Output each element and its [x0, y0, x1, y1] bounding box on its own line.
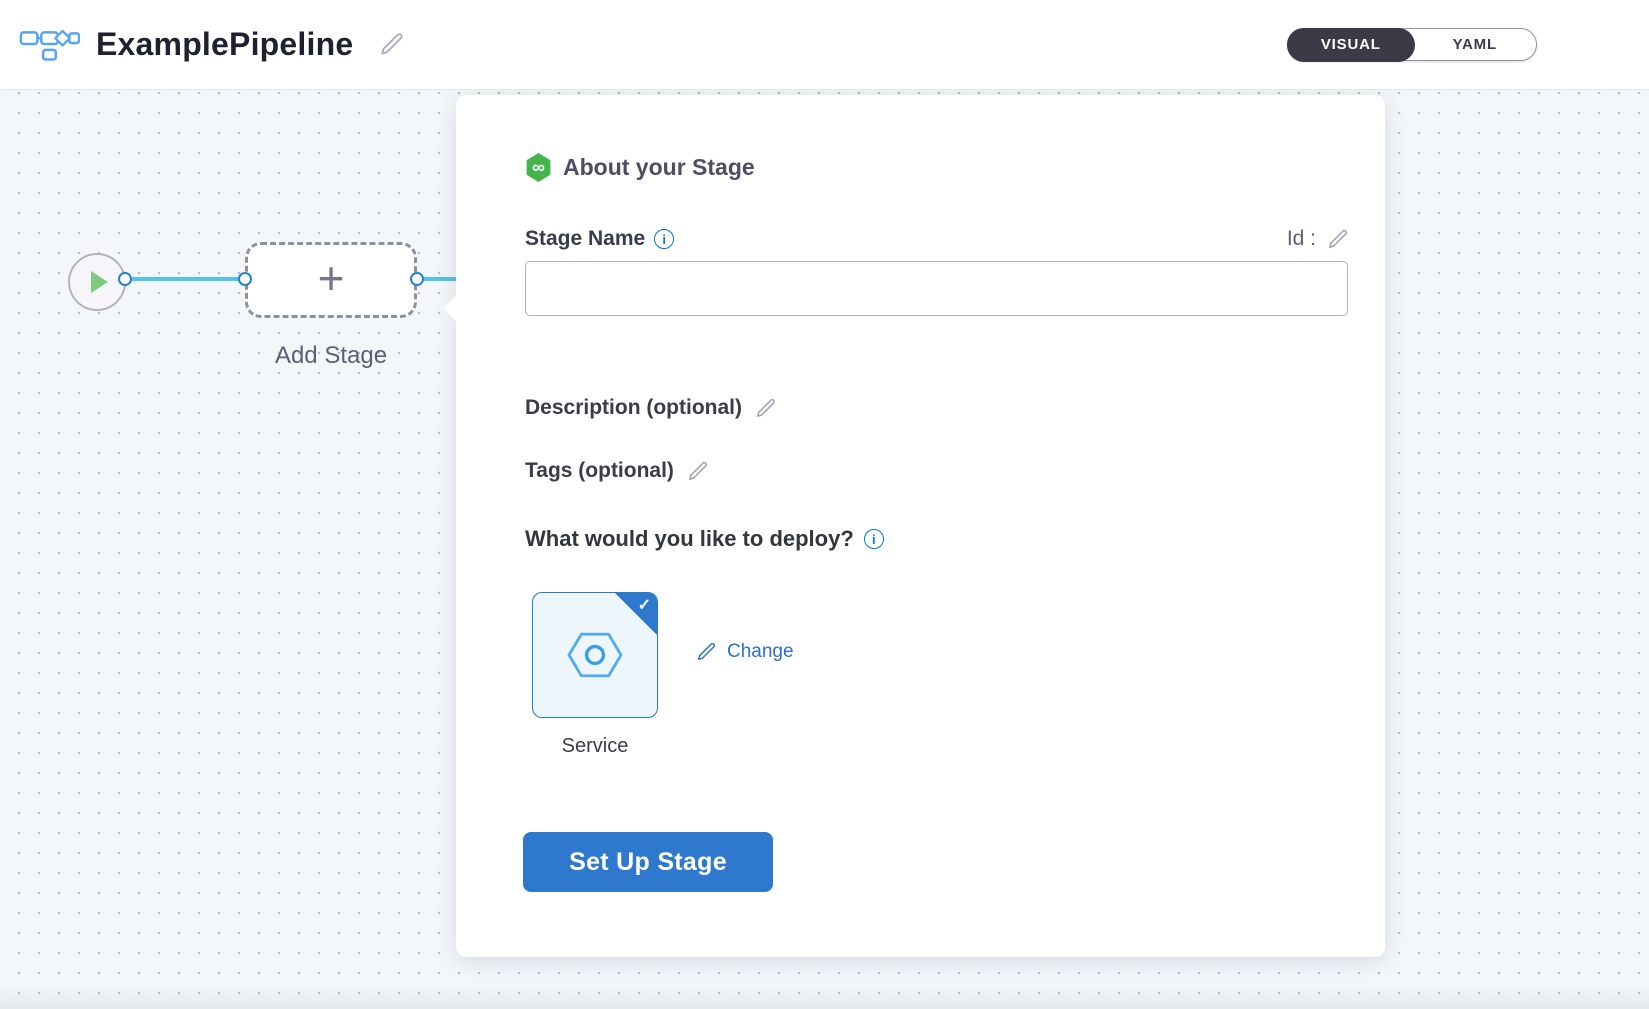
- service-hexagon-icon: [563, 629, 627, 681]
- toggle-visual[interactable]: VISUAL: [1287, 28, 1416, 62]
- header-bar: ExamplePipeline VISUAL YAML: [0, 0, 1649, 90]
- connector-port: [410, 272, 424, 286]
- change-deploy-type-link[interactable]: Change: [696, 641, 794, 663]
- deploy-option-service-card[interactable]: ✓: [532, 592, 658, 718]
- service-card-label: Service: [532, 735, 658, 758]
- add-stage-label: Add Stage: [245, 342, 417, 370]
- pencil-icon: [379, 31, 406, 58]
- play-icon: [91, 271, 108, 293]
- edit-description-button[interactable]: [755, 397, 778, 420]
- stage-name-label: Stage Name: [525, 227, 645, 251]
- pipeline-canvas[interactable]: + Add Stage ∞ About your Stage Stage Nam…: [0, 90, 1649, 1009]
- stage-id-group: Id :: [1287, 227, 1350, 251]
- panel-caret: [443, 295, 470, 322]
- tags-row: Tags (optional): [525, 459, 710, 483]
- edit-id-button[interactable]: [1327, 228, 1350, 251]
- deploy-info-icon[interactable]: i: [864, 529, 884, 549]
- change-label: Change: [727, 641, 794, 663]
- connector-line: [124, 277, 245, 281]
- panel-heading-row: ∞ About your Stage: [525, 153, 755, 182]
- edit-tags-button[interactable]: [687, 460, 710, 483]
- stage-name-label-group: Stage Name i: [525, 227, 674, 251]
- stage-name-input[interactable]: [525, 261, 1348, 316]
- stage-name-info-icon[interactable]: i: [654, 229, 674, 249]
- pipeline-start-node: [68, 253, 126, 311]
- description-row: Description (optional): [525, 396, 778, 420]
- toggle-yaml[interactable]: YAML: [1414, 29, 1536, 60]
- infinity-glyph: ∞: [532, 157, 545, 178]
- pencil-icon: [687, 460, 710, 483]
- visual-yaml-toggle: VISUAL YAML: [1287, 28, 1537, 61]
- deploy-question-row: What would you like to deploy? i: [525, 526, 884, 552]
- panel-heading: About your Stage: [563, 154, 755, 181]
- pipeline-icon: [18, 27, 80, 63]
- set-up-stage-button[interactable]: Set Up Stage: [523, 832, 773, 892]
- pipeline-studio: ExamplePipeline VISUAL YAML + Add Stage: [0, 0, 1649, 1009]
- stage-id-label: Id :: [1287, 227, 1316, 251]
- pencil-icon: [1327, 228, 1350, 251]
- connector-port: [238, 272, 252, 286]
- tags-label: Tags (optional): [525, 459, 674, 483]
- pencil-icon: [755, 397, 778, 420]
- about-stage-panel: ∞ About your Stage Stage Name i Id :: [456, 95, 1385, 957]
- deploy-question-label: What would you like to deploy?: [525, 526, 854, 552]
- check-icon: ✓: [638, 592, 658, 615]
- add-stage-node[interactable]: +: [245, 242, 417, 318]
- description-label: Description (optional): [525, 396, 742, 420]
- connector-port: [118, 272, 132, 286]
- page-title: ExamplePipeline: [96, 26, 353, 63]
- pencil-icon: [696, 641, 718, 663]
- plus-icon: +: [318, 258, 345, 298]
- cd-stage-icon: ∞: [525, 153, 552, 182]
- stage-name-row: Stage Name i Id :: [525, 224, 1350, 254]
- edit-pipeline-name-button[interactable]: [379, 30, 409, 60]
